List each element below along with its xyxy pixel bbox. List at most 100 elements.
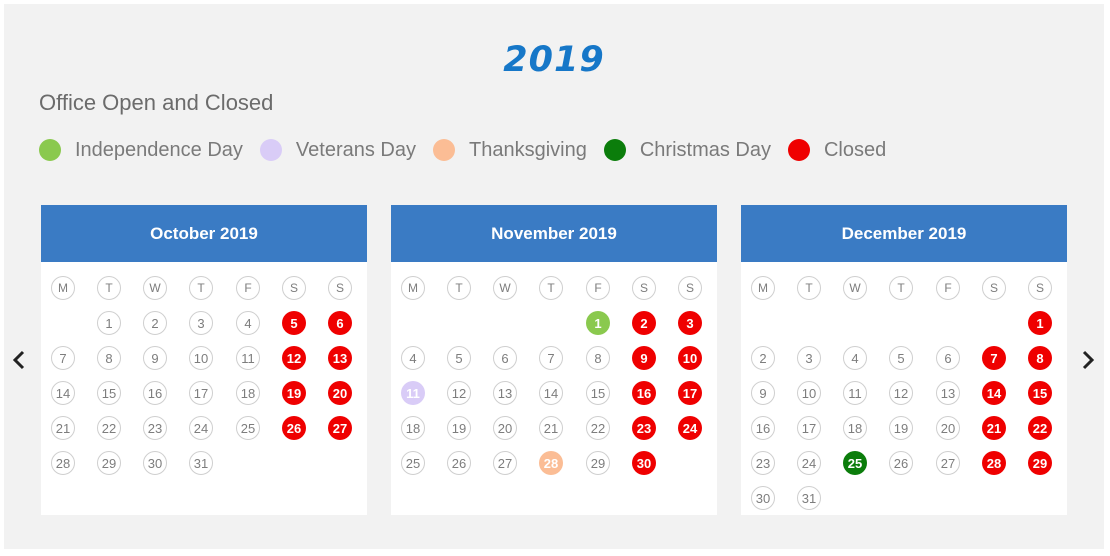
day-cell[interactable]: 13 [936, 381, 960, 405]
day-cell[interactable]: 22 [97, 416, 121, 440]
day-cell[interactable]: 27 [328, 416, 352, 440]
day-cell[interactable]: 27 [936, 451, 960, 475]
day-cell[interactable]: 15 [1028, 381, 1052, 405]
day-cell[interactable]: 17 [678, 381, 702, 405]
day-cell[interactable]: 2 [751, 346, 775, 370]
day-cell[interactable]: 5 [889, 346, 913, 370]
day-cell[interactable]: 10 [189, 346, 213, 370]
day-cell[interactable]: 14 [51, 381, 75, 405]
day-cell[interactable]: 19 [889, 416, 913, 440]
day-cell[interactable]: 6 [493, 346, 517, 370]
day-cell[interactable]: 20 [328, 381, 352, 405]
day-cell[interactable]: 4 [236, 311, 260, 335]
day-cell[interactable]: 29 [97, 451, 121, 475]
day-cell[interactable]: 2 [632, 311, 656, 335]
weekday-label: M [401, 276, 425, 300]
day-cell[interactable]: 4 [401, 346, 425, 370]
day-cell[interactable]: 18 [236, 381, 260, 405]
day-cell[interactable]: 21 [539, 416, 563, 440]
day-cell[interactable]: 19 [447, 416, 471, 440]
day-cell[interactable]: 27 [493, 451, 517, 475]
day-cell[interactable]: 7 [539, 346, 563, 370]
day-cell[interactable]: 26 [889, 451, 913, 475]
day-cell[interactable]: 1 [586, 311, 610, 335]
day-cell[interactable]: 22 [586, 416, 610, 440]
day-cell[interactable]: 10 [678, 346, 702, 370]
day-cell[interactable]: 1 [1028, 311, 1052, 335]
day-cell[interactable]: 22 [1028, 416, 1052, 440]
day-cell[interactable]: 11 [401, 381, 425, 405]
day-cell[interactable]: 9 [632, 346, 656, 370]
day-cell[interactable]: 21 [982, 416, 1006, 440]
day-cell[interactable]: 25 [401, 451, 425, 475]
day-cell[interactable]: 23 [143, 416, 167, 440]
day-cell[interactable]: 2 [143, 311, 167, 335]
prev-month-button[interactable] [7, 348, 31, 372]
day-cell[interactable]: 1 [97, 311, 121, 335]
next-month-button[interactable] [1076, 348, 1100, 372]
day-cell[interactable]: 15 [97, 381, 121, 405]
day-cell[interactable]: 16 [751, 416, 775, 440]
day-cell[interactable]: 21 [51, 416, 75, 440]
day-cell[interactable]: 9 [751, 381, 775, 405]
day-cell[interactable]: 23 [751, 451, 775, 475]
day-cell[interactable]: 3 [797, 346, 821, 370]
day-cell[interactable]: 28 [51, 451, 75, 475]
day-cell[interactable]: 16 [143, 381, 167, 405]
day-cell[interactable]: 31 [797, 486, 821, 510]
day-cell[interactable]: 23 [632, 416, 656, 440]
day-cell[interactable]: 18 [401, 416, 425, 440]
day-cell[interactable]: 3 [189, 311, 213, 335]
day-cell[interactable]: 19 [282, 381, 306, 405]
day-cell[interactable]: 28 [539, 451, 563, 475]
day-cell[interactable]: 29 [586, 451, 610, 475]
day-cell[interactable]: 11 [843, 381, 867, 405]
day-cell[interactable]: 25 [236, 416, 260, 440]
day-cell[interactable]: 13 [328, 346, 352, 370]
weekday-label: W [843, 276, 867, 300]
day-cell[interactable]: 24 [797, 451, 821, 475]
day-cell[interactable]: 24 [189, 416, 213, 440]
day-grid: M T W T F S S 1 2 3 4 5 6 7 8 9 10 11 12 13 14 15 16 17 18 19 20 21… [401, 276, 725, 486]
day-cell[interactable]: 30 [143, 451, 167, 475]
day-cell[interactable]: 8 [97, 346, 121, 370]
day-cell[interactable]: 8 [586, 346, 610, 370]
day-cell[interactable]: 12 [282, 346, 306, 370]
day-cell[interactable]: 10 [797, 381, 821, 405]
day-cell[interactable]: 7 [51, 346, 75, 370]
day-cell[interactable]: 12 [447, 381, 471, 405]
day-cell[interactable]: 8 [1028, 346, 1052, 370]
day-cell[interactable]: 14 [982, 381, 1006, 405]
day-cell[interactable]: 17 [189, 381, 213, 405]
day-cell[interactable]: 26 [282, 416, 306, 440]
day-cell[interactable]: 28 [982, 451, 1006, 475]
day-cell[interactable]: 7 [982, 346, 1006, 370]
day-cell[interactable]: 30 [632, 451, 656, 475]
day-cell[interactable]: 17 [797, 416, 821, 440]
day-cell[interactable]: 18 [843, 416, 867, 440]
day-cell[interactable]: 4 [843, 346, 867, 370]
day-cell[interactable]: 5 [447, 346, 471, 370]
day-cell[interactable]: 31 [189, 451, 213, 475]
week-row: 18 19 20 21 22 23 24 [401, 416, 725, 451]
day-cell[interactable]: 6 [936, 346, 960, 370]
day-cell[interactable]: 24 [678, 416, 702, 440]
day-cell[interactable]: 26 [447, 451, 471, 475]
day-cell[interactable]: 9 [143, 346, 167, 370]
day-cell[interactable]: 11 [236, 346, 260, 370]
day-cell[interactable]: 14 [539, 381, 563, 405]
day-cell[interactable]: 13 [493, 381, 517, 405]
day-cell[interactable]: 6 [328, 311, 352, 335]
day-cell[interactable]: 25 [843, 451, 867, 475]
weekday-label: T [539, 276, 563, 300]
day-cell[interactable]: 20 [493, 416, 517, 440]
day-cell[interactable]: 29 [1028, 451, 1052, 475]
day-cell[interactable]: 3 [678, 311, 702, 335]
day-cell[interactable]: 20 [936, 416, 960, 440]
day-cell[interactable]: 15 [586, 381, 610, 405]
day-cell[interactable]: 30 [751, 486, 775, 510]
day-cell[interactable]: 12 [889, 381, 913, 405]
day-cell[interactable]: 5 [282, 311, 306, 335]
day-cell[interactable]: 16 [632, 381, 656, 405]
legend-label: Christmas Day [639, 138, 771, 161]
